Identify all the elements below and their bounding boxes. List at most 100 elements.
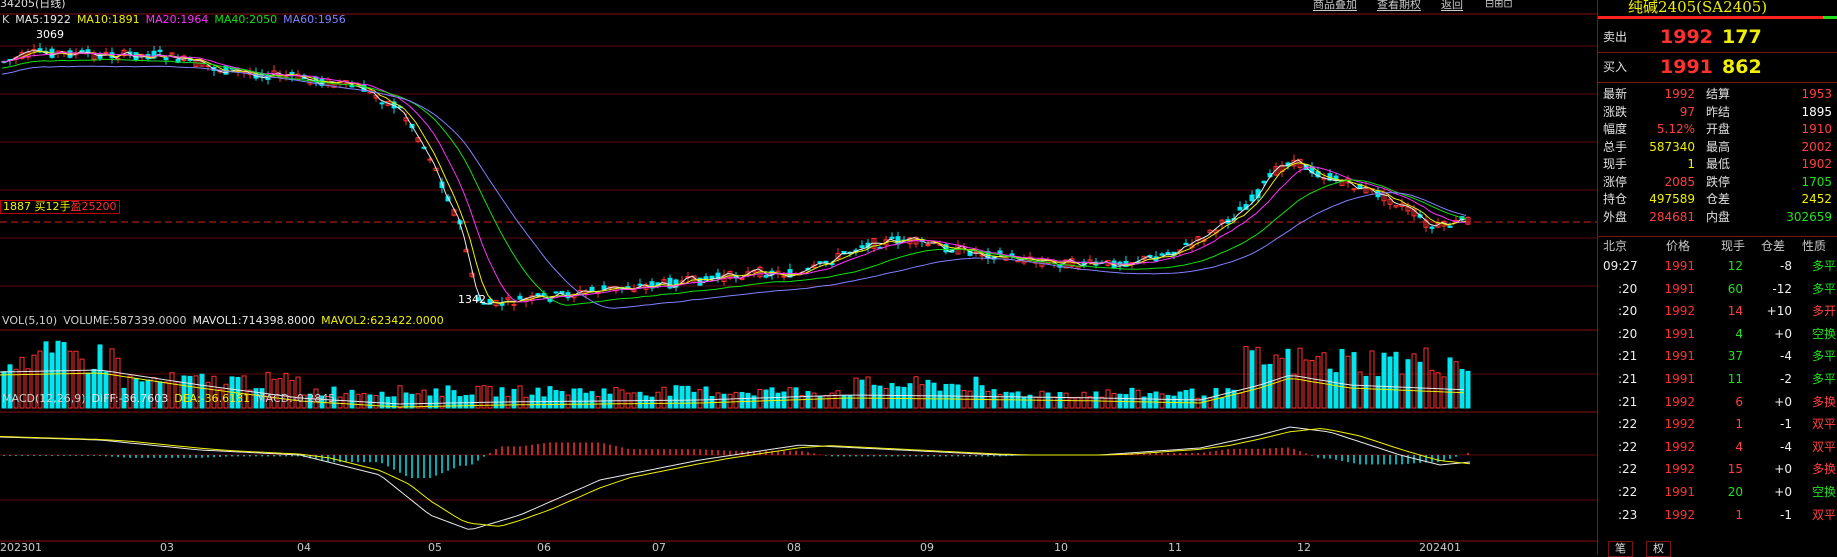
stat-value: 5.12% (1656, 122, 1695, 136)
volume-bar (787, 387, 793, 409)
volume-bar (1267, 363, 1273, 409)
candle-body (1159, 253, 1165, 256)
tick-nature: 多开 (1811, 304, 1836, 319)
candle-body (709, 275, 715, 279)
volume-bar (1435, 372, 1441, 409)
volume-bar (577, 388, 583, 409)
tick-volume: 14 (1727, 304, 1743, 319)
chart-grid (0, 13, 1597, 542)
overlay-commodity-button[interactable]: 商品叠加 (1313, 0, 1357, 11)
volume-bar (727, 393, 733, 409)
title-underline (1598, 16, 1837, 19)
tick-price: 1992 (1664, 462, 1695, 477)
ma-lines (1, 50, 1467, 309)
window-controls-icon[interactable]: ⊟⊞⊡ (1485, 0, 1513, 10)
macd-panel (0, 426, 1471, 530)
volume-bar (1363, 375, 1369, 409)
volume-bar (451, 390, 457, 409)
tick-time: :20 (1618, 281, 1638, 296)
volume-bar (1351, 352, 1357, 409)
title-underline-green (1823, 16, 1837, 19)
volume-bar (481, 385, 487, 409)
tick-volume: 1 (1735, 507, 1743, 522)
candle-body (763, 275, 769, 278)
stat-label: 最新 (1603, 87, 1628, 101)
tick-nature: 多换 (1811, 394, 1836, 409)
volume-bar (1279, 357, 1285, 409)
volume-legend-item: VOLUME:587339.0000 (63, 314, 187, 327)
position-tag[interactable]: 1887 买12手盈25200 (0, 200, 120, 214)
volume-bar (445, 385, 451, 409)
candle-body (511, 303, 517, 306)
volume-bar (433, 388, 439, 409)
ticks-header-price: 价格 (1666, 239, 1691, 253)
tick-time: :21 (1618, 349, 1638, 364)
tick-price: 1991 (1664, 281, 1695, 296)
stat-label: 开盘 (1706, 122, 1731, 136)
volume-bar (1099, 396, 1105, 409)
volume-bar (871, 384, 877, 409)
tick-nature: 双平 (1811, 417, 1836, 432)
volume-bar (397, 385, 403, 409)
volume-bar (1033, 396, 1039, 409)
x-axis-tick: 04 (297, 541, 311, 554)
ma-legend-item: MA60:1956 (283, 13, 346, 26)
volume-bar (1039, 390, 1045, 409)
stat-label: 内盘 (1706, 209, 1731, 224)
volume-bar (361, 393, 367, 409)
kline-chart[interactable] (0, 0, 1597, 555)
volume-bar (1009, 392, 1015, 409)
volume-bar (349, 389, 355, 409)
tick-time: :20 (1618, 326, 1638, 341)
volume-bar (1051, 396, 1057, 409)
tick-price: 1991 (1664, 326, 1695, 341)
volume-bar (1081, 391, 1087, 409)
back-button[interactable]: 返回 (1441, 0, 1463, 11)
tick-volume: 60 (1727, 281, 1743, 296)
position-tag-profit: 盈25200 (70, 200, 117, 213)
view-options-button[interactable]: 查看期权 (1377, 0, 1421, 11)
volume-bar (1417, 361, 1423, 409)
volume-bar (1423, 347, 1429, 409)
macd-legend-item: DEA:-36.6181 (174, 392, 251, 405)
volume-bar (415, 393, 421, 409)
stat-value: 97 (1679, 104, 1695, 119)
stat-value: 1 (1687, 157, 1695, 171)
tick-volume: 12 (1727, 259, 1743, 273)
tick-price: 1991 (1664, 259, 1695, 273)
bid-row[interactable]: 买入 1991 862 (1598, 56, 1837, 78)
candle-body (781, 275, 787, 278)
volume-bar (553, 389, 559, 409)
tick-price: 1991 (1664, 372, 1695, 386)
tick-oi-change: -1 (1780, 417, 1792, 432)
volume-bar (1105, 389, 1111, 409)
candle-body (517, 295, 523, 300)
tick-nature: 空换 (1811, 326, 1836, 341)
tick-price: 1992 (1664, 304, 1695, 319)
stat-label: 涨跌 (1603, 104, 1628, 119)
x-axis-tick: 202301 (0, 541, 42, 554)
dea-line (0, 427, 1471, 527)
candle-body (1237, 206, 1243, 211)
low-price-label: 1342 (458, 293, 486, 306)
volume-bar (475, 385, 481, 409)
ask-row[interactable]: 卖出 1992 177 (1598, 26, 1837, 48)
volume-bar (919, 384, 925, 409)
quote-panel: 纯碱2405(SA2405) 卖出 1992 177 买入 1991 862 最… (1597, 0, 1837, 557)
stat-label: 幅度 (1603, 122, 1628, 136)
volume-bar (745, 392, 751, 409)
volume-bar (1345, 355, 1351, 409)
bid-price: 1991 (1660, 56, 1713, 78)
candle-body (889, 236, 895, 239)
tick-volume: 37 (1727, 349, 1743, 364)
tick-time: :22 (1618, 485, 1638, 499)
volume-bar (1189, 388, 1195, 409)
x-axis-tick: 12 (1297, 541, 1311, 554)
volume-bar (673, 385, 679, 409)
stat-label: 持仓 (1603, 192, 1628, 206)
x-axis-tick: 06 (537, 541, 551, 554)
volume-bar (1225, 388, 1231, 409)
volume-bar (643, 395, 649, 409)
tick-nature: 多平 (1811, 281, 1836, 296)
volume-bar (1357, 371, 1363, 409)
